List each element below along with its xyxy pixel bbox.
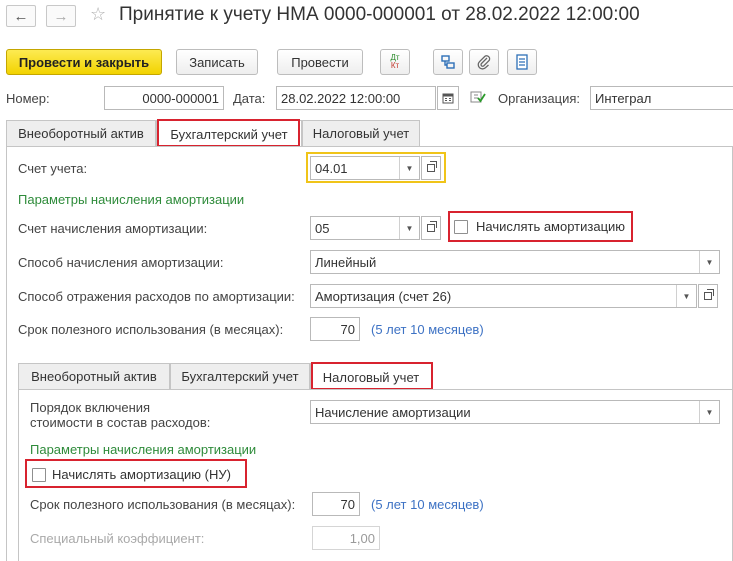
arrow-left-icon: ←	[13, 7, 29, 25]
attach-button[interactable]	[469, 49, 499, 75]
forward-button[interactable]: →	[46, 5, 76, 27]
expense-open-button[interactable]	[698, 284, 718, 308]
checkbox-box[interactable]	[454, 219, 468, 234]
account-open-button[interactable]	[421, 156, 441, 180]
useful-life-label: Срок полезного использования (в месяцах)…	[18, 322, 284, 337]
expense-order-label-line1: Порядок включения	[30, 400, 151, 415]
tab-accounting[interactable]: Бухгалтерский учет	[156, 120, 302, 147]
open-form-icon	[427, 161, 437, 172]
useful-life-hint: (5 лет 10 месяцев)	[371, 322, 484, 337]
post-and-close-button[interactable]: Провести и закрыть	[6, 49, 162, 75]
calendar-button[interactable]	[437, 86, 459, 110]
tax-useful-life-field[interactable]: 70	[312, 492, 360, 516]
chevron-down-icon[interactable]: ▼	[699, 401, 719, 423]
accrue-amortization-checkbox[interactable]: Начислять амортизацию	[454, 219, 625, 234]
structure-button[interactable]	[433, 49, 463, 75]
arrow-right-icon: →	[53, 7, 69, 25]
method-label: Способ начисления амортизации:	[18, 255, 224, 270]
hierarchy-icon	[441, 55, 455, 69]
tax-useful-life-hint: (5 лет 10 месяцев)	[371, 497, 484, 512]
tax-amortization-group-title: Параметры начисления амортизации	[30, 442, 257, 457]
tax-useful-life-label: Срок полезного использования (в месяцах)…	[30, 497, 296, 512]
chevron-down-icon[interactable]: ▼	[699, 251, 719, 273]
posted-check-icon	[470, 90, 486, 107]
date-field[interactable]: 28.02.2022 12:00:00	[276, 86, 436, 110]
number-label: Номер:	[6, 91, 50, 106]
open-form-icon	[704, 289, 714, 300]
amort-account-open-button[interactable]	[421, 216, 441, 240]
number-field[interactable]: 0000-000001	[104, 86, 224, 110]
accrue-amortization-tax-checkbox[interactable]: Начислять амортизацию (НУ)	[32, 467, 231, 482]
star-icon[interactable]: ☆	[90, 4, 106, 25]
amort-account-field[interactable]: 05 ▼	[310, 216, 420, 240]
organization-label: Организация:	[498, 91, 581, 106]
account-label: Счет учета:	[18, 161, 88, 176]
accrue-amortization-tax-label: Начислять амортизацию (НУ)	[52, 467, 231, 482]
paperclip-icon	[477, 55, 491, 70]
save-button[interactable]: Записать	[176, 49, 258, 75]
special-coefficient-label: Специальный коэффициент:	[30, 531, 205, 546]
post-button[interactable]: Провести	[277, 49, 363, 75]
tab-tax-2[interactable]: Налоговый учет	[310, 363, 432, 390]
tab-noncurrent-asset-2[interactable]: Внеоборотный актив	[18, 363, 170, 389]
chevron-down-icon[interactable]: ▼	[676, 285, 696, 307]
method-select[interactable]: Линейный ▼	[310, 250, 720, 274]
date-label: Дата:	[233, 91, 266, 106]
dt-kt-button[interactable]: Дт Кт	[380, 49, 410, 75]
tab-accounting-2[interactable]: Бухгалтерский учет	[170, 363, 310, 389]
page-title: Принятие к учету НМА 0000-000001 от 28.0…	[119, 4, 640, 25]
chevron-down-icon[interactable]: ▼	[399, 217, 419, 239]
tab-noncurrent-asset[interactable]: Внеоборотный актив	[6, 120, 156, 146]
account-field[interactable]: 04.01 ▼	[310, 156, 420, 180]
amortization-group-title: Параметры начисления амортизации	[18, 192, 245, 207]
amort-account-label: Счет начисления амортизации:	[18, 221, 208, 236]
special-coefficient-field: 1,00	[312, 526, 380, 550]
open-form-icon	[427, 221, 437, 232]
expense-method-field[interactable]: Амортизация (счет 26) ▼	[310, 284, 697, 308]
tab-tax[interactable]: Налоговый учет	[302, 120, 420, 146]
document-list-icon	[516, 54, 528, 70]
expense-order-select[interactable]: Начисление амортизации ▼	[310, 400, 720, 424]
expense-order-label-line2: стоимости в состав расходов:	[30, 415, 211, 430]
expense-method-label: Способ отражения расходов по амортизации…	[18, 289, 295, 304]
checkbox-box[interactable]	[32, 467, 46, 482]
calendar-icon	[442, 93, 454, 104]
back-button[interactable]: ←	[6, 5, 36, 27]
report-button[interactable]	[507, 49, 537, 75]
dt-kt-icon: Дт Кт	[390, 53, 400, 70]
useful-life-field[interactable]: 70	[310, 317, 360, 341]
organization-field[interactable]: Интеграл	[590, 86, 733, 110]
accrue-amortization-label: Начислять амортизацию	[476, 219, 626, 234]
chevron-down-icon[interactable]: ▼	[399, 157, 419, 179]
